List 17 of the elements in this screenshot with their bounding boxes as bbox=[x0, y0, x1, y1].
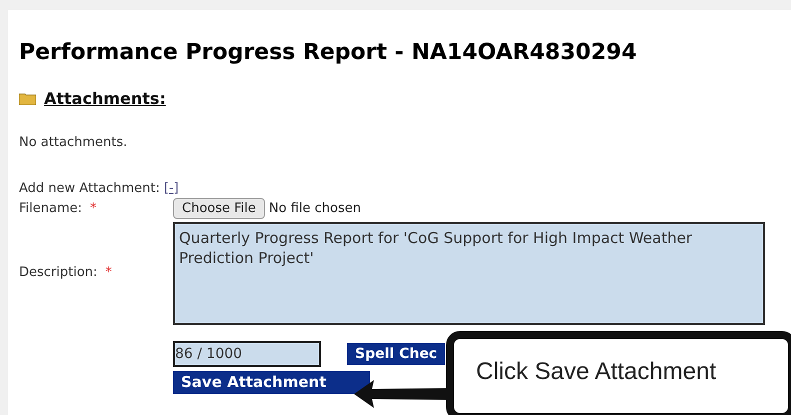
required-mark: * bbox=[105, 264, 112, 282]
page-title: Performance Progress Report - NA14OAR4830294 bbox=[19, 39, 638, 67]
add-attachment-label: Add new Attachment: bbox=[19, 180, 160, 198]
spell-check-button[interactable]: Spell Chec bbox=[347, 343, 446, 365]
collapse-link[interactable]: [-] bbox=[164, 178, 179, 198]
file-status: No file chosen bbox=[268, 200, 361, 218]
choose-file-button[interactable]: Choose File bbox=[173, 198, 265, 219]
field-label: Description: bbox=[19, 264, 98, 282]
callout: Click Save Attachment bbox=[446, 331, 791, 415]
save-attachment-button[interactable]: Save Attachment bbox=[173, 371, 370, 394]
field-label: Filename: bbox=[19, 200, 82, 218]
description-field[interactable]: Quarterly Progress Report for 'CoG Support for High Impact Weather Prediction Project' bbox=[173, 222, 765, 325]
attachments-link[interactable]: Attachments: bbox=[44, 87, 166, 111]
required-mark: * bbox=[90, 200, 97, 218]
character-counter: 86 / 1000 bbox=[173, 341, 321, 367]
empty-message: No attachments. bbox=[19, 134, 128, 152]
folder-icon bbox=[19, 93, 36, 105]
